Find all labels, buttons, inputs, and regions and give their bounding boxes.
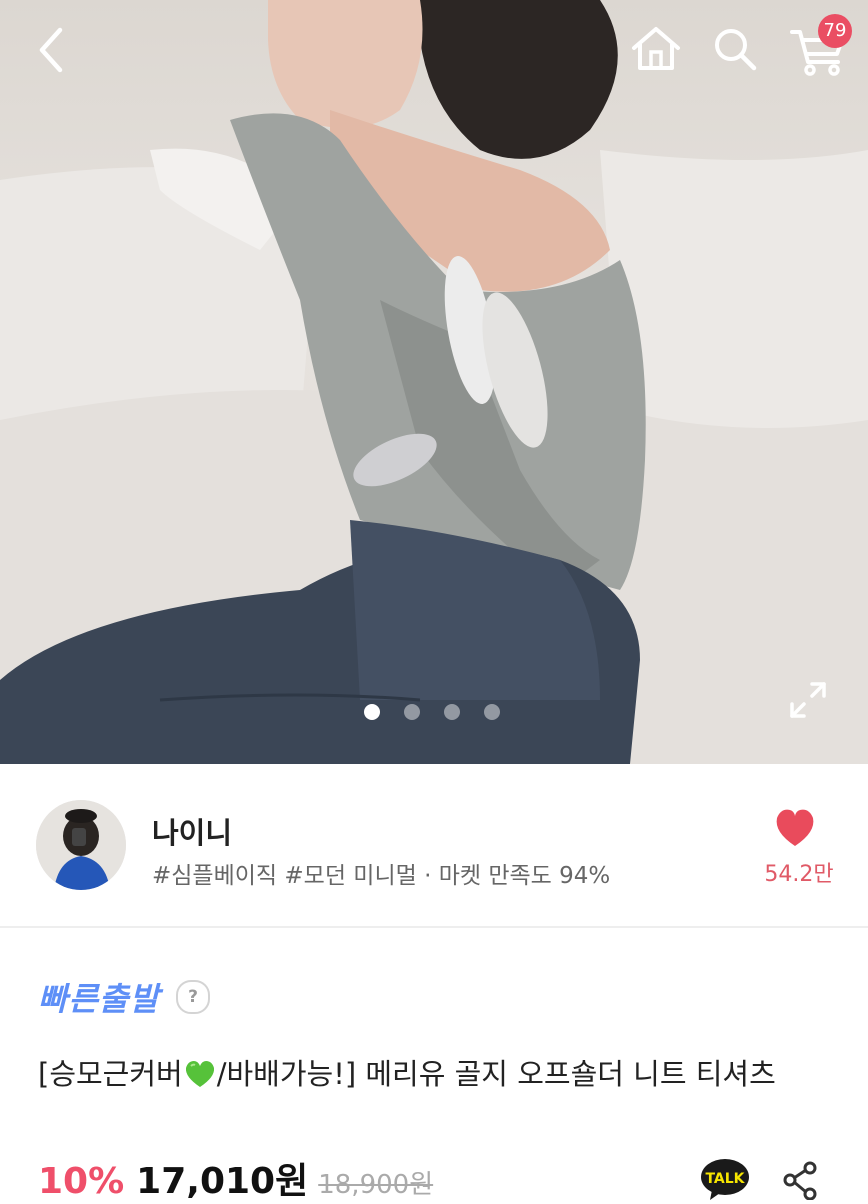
cart-count-badge: 79 bbox=[818, 14, 852, 48]
product-title: [승모근커버/바배가능!] 메리유 골지 오프숄더 니트 티셔츠 bbox=[38, 1052, 838, 1096]
top-navigation-bar: 79 bbox=[0, 0, 868, 100]
help-icon[interactable]: ? bbox=[176, 980, 210, 1014]
like-count: 54.2만 bbox=[764, 862, 834, 887]
seller-info-row[interactable]: 나이니 #심플베이직 #모던 미니멀 · 마켓 만족도 94% 54.2만 bbox=[0, 764, 868, 926]
seller-avatar[interactable] bbox=[36, 800, 126, 890]
original-price: 18,900원 bbox=[318, 1170, 434, 1200]
section-divider bbox=[0, 926, 868, 928]
share-icon[interactable] bbox=[780, 1160, 820, 1201]
pagination-dot[interactable] bbox=[364, 704, 380, 720]
home-icon[interactable] bbox=[628, 24, 684, 74]
kakao-talk-button[interactable]: TALK bbox=[700, 1158, 750, 1200]
pagination-dot[interactable] bbox=[444, 704, 460, 720]
seller-tags: #심플베이직 #모던 미니멀 · 마켓 만족도 94% bbox=[152, 863, 611, 889]
pagination-dot[interactable] bbox=[404, 704, 420, 720]
green-heart-icon bbox=[185, 1061, 214, 1087]
sale-price: 17,010원 bbox=[136, 1161, 309, 1202]
price-row: 10% 17,010원 18,900원 bbox=[38, 1152, 433, 1202]
search-icon[interactable] bbox=[710, 24, 760, 74]
product-photo bbox=[0, 0, 868, 764]
product-image-gallery[interactable]: 79 bbox=[0, 0, 868, 764]
heart-icon bbox=[776, 809, 814, 846]
pagination-dot[interactable] bbox=[484, 704, 500, 720]
seller-name[interactable]: 나이니 bbox=[152, 810, 232, 852]
title-text-part1: [승모근커버 bbox=[38, 1057, 183, 1091]
title-text-part2: /바배가능!] 메리유 골지 오프숄더 니트 티셔츠 bbox=[216, 1057, 776, 1091]
talk-label: TALK bbox=[705, 1171, 745, 1187]
discount-rate: 10% bbox=[38, 1161, 125, 1202]
fullscreen-expand-icon[interactable] bbox=[788, 680, 828, 720]
back-icon[interactable] bbox=[30, 24, 74, 76]
like-button[interactable]: 54.2만 bbox=[760, 802, 834, 892]
fast-shipping-badge: 빠른출발 bbox=[38, 980, 160, 1018]
